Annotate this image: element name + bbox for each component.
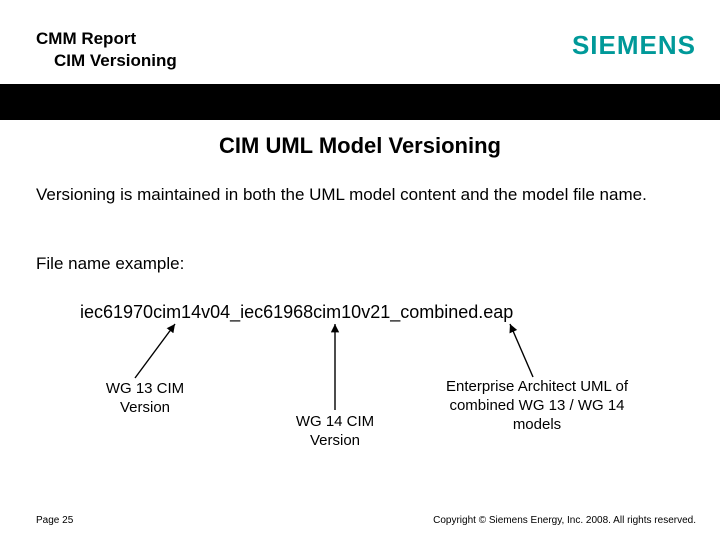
header-line1: CMM Report	[36, 28, 177, 50]
callout-ea: Enterprise Architect UML of combined WG …	[432, 378, 642, 434]
slide: CMM Report CIM Versioning SIEMENS CIM UM…	[0, 0, 720, 540]
callout-wg14: WG 14 CIM Version	[275, 413, 395, 451]
callout-wg13: WG 13 CIM Version	[85, 380, 205, 418]
filename-example: iec61970cim14v04_iec61968cim10v21_combin…	[80, 302, 513, 323]
paragraph-1: Versioning is maintained in both the UML…	[36, 184, 686, 206]
header-line2: CIM Versioning	[36, 50, 177, 72]
siemens-logo: SIEMENS	[572, 30, 696, 61]
paragraph-2: File name example:	[36, 254, 184, 274]
slide-title: CIM UML Model Versioning	[0, 133, 720, 159]
black-band	[0, 84, 720, 120]
page-number: Page 25	[36, 515, 73, 526]
header: CMM Report CIM Versioning SIEMENS	[0, 0, 720, 84]
header-title-block: CMM Report CIM Versioning	[36, 28, 177, 72]
copyright: Copyright © Siemens Energy, Inc. 2008. A…	[433, 515, 696, 526]
